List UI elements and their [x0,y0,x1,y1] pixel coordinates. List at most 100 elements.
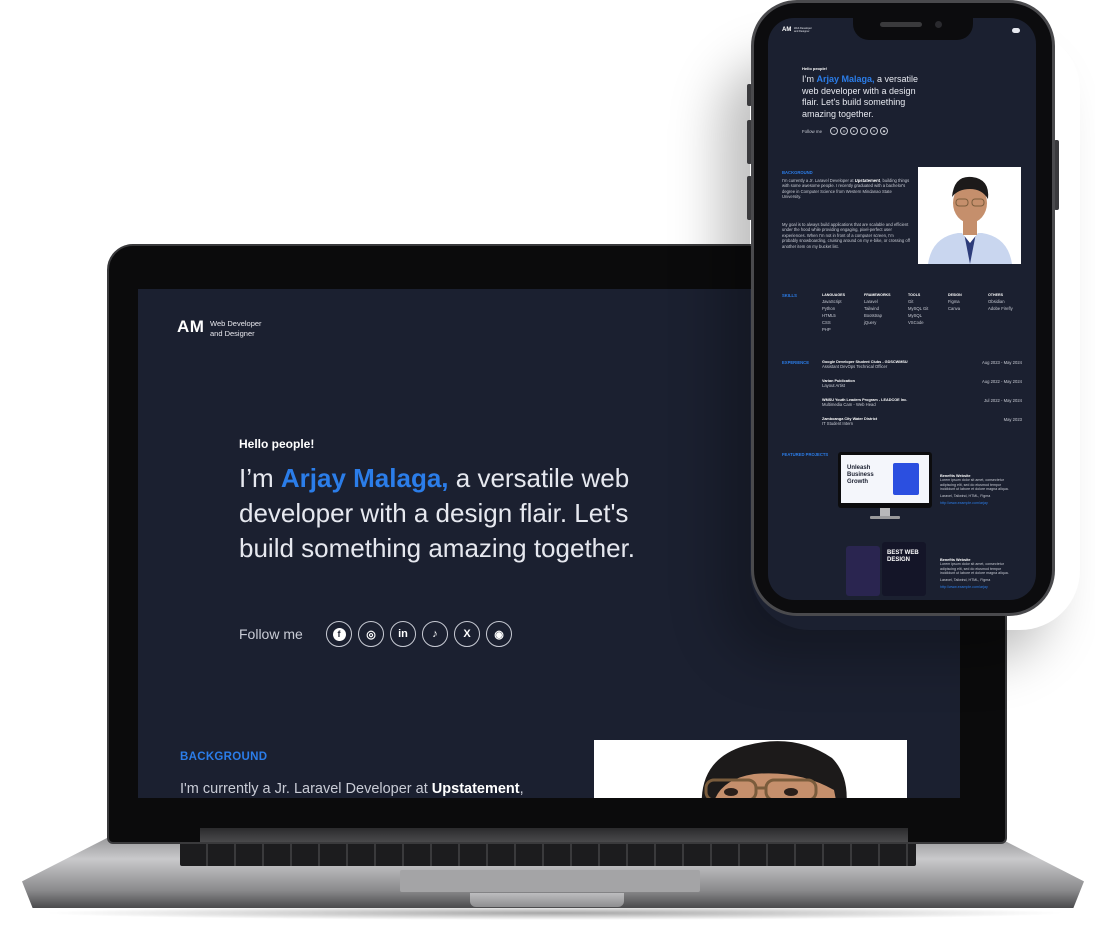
project-1-headline: Unleash Business Growth [847,465,874,485]
phone-theme-toggle-icon[interactable] [1012,28,1020,33]
linkedin-glyph: in [398,628,408,640]
phone-facebook-icon[interactable]: f [830,127,838,135]
x-icon[interactable]: X [454,621,480,647]
phone-follow-label: Follow me [802,129,823,134]
phone-skill-item: jQuery [864,319,877,325]
phone-project-2-info: Benefits Website Lorem ipsum dolor sit a… [940,558,1010,589]
phone-project-1-mockup[interactable]: Unleash Business Growth [838,452,932,522]
phone-logo-initials[interactable]: AM [782,27,791,33]
phone-skill-item: Git [908,298,914,304]
phone-experience-role: IT Student Intern [822,421,854,426]
background-company: Upstatement [431,781,520,797]
social-links: f ◎ in ♪ X ◉ [326,621,512,647]
tiktok-icon[interactable]: ♪ [422,621,448,647]
phone-skill-item: PHP [822,326,831,332]
laptop-trackpad [400,870,700,892]
hero-prefix: I’m [239,463,281,493]
phone-skills-column-title: TOOLS [908,293,921,297]
background-heading: BACKGROUND [180,751,268,763]
phone-skills-column: DESIGN Figma Canva [948,293,970,332]
phone-experience-date: Aug 2023 - May 2024 [981,360,1022,365]
phone-instagram-icon[interactable]: ◎ [840,127,848,135]
x-glyph: X [463,628,471,640]
hero-name: Arjay Malaga [280,463,442,493]
phone-background-heading: BACKGROUND [782,170,813,175]
laptop-notch [470,893,624,907]
background-intro-prefix: I'm currently a Jr. Laravel Developer at [180,781,432,797]
instagram-icon[interactable]: ◎ [358,621,384,647]
phone-tiktok-icon[interactable]: ♪ [860,127,868,135]
phone-experience-list: Google Developer Student Clubs - GDSCWMS… [822,360,1022,428]
linkedin-icon[interactable]: in [390,621,416,647]
phone-experience-item: WMSU Youth Leaders Program - LEADCOE Inc… [822,398,1022,409]
project-1-stack: Laravel, Tailwind, HTML, Figma [940,493,991,498]
phone-experience-date: Aug 2022 - May 2024 [981,379,1022,384]
phone-skills-column-title: OTHERS [988,293,1003,297]
logo-tagline: Web Developer and Designer [210,319,262,338]
phone-experience-date: Jul 2022 - May 2024 [984,398,1022,403]
phone-project-2-mockup[interactable]: BEST WEB DESIGN [838,542,932,600]
project-2-phone-mock [846,546,880,596]
laptop-keyboard [180,842,916,866]
github-icon[interactable]: ◉ [486,621,512,647]
project-2-tablet-mock: BEST WEB DESIGN [882,542,926,596]
phone-skill-item: MySQL [908,312,922,318]
phone-skill-item: MySQL Git [908,305,929,311]
follow-label: Follow me [239,626,303,642]
phone-camera-icon [935,21,942,28]
monitor-base [870,516,900,519]
background-intro: I'm currently a Jr. Laravel Developer at… [180,781,524,797]
phone-skill-item: HTML5 [822,312,836,318]
hero-headline: I’m Arjay Malaga, a versatile web develo… [239,461,649,566]
phone-experience-heading: EXPERIENCE [782,360,809,365]
project-2-link[interactable]: http://www.example.com/arjay [940,585,1010,589]
project-1-hero-image [893,463,919,495]
background-intro-suffix: , [519,781,524,797]
phone-skill-item: JavaScript [822,298,842,304]
laptop-hinge [200,828,908,842]
phone-skill-item: Laravel [864,298,878,304]
project-1-link[interactable]: http://www.example.com/arjay [940,501,1010,505]
phone-skill-item: Bootstrap [864,312,882,318]
phone-skill-item: Obsidian [988,298,1005,304]
phone-skills-column-title: FRAMEWORKS [864,293,891,297]
phone-hero-prefix: I’m [802,74,817,84]
phone-skill-item: VSCode [908,319,924,325]
phone-logo-tagline: Web Developer and Designer [794,27,812,34]
phone-github-icon[interactable]: ◉ [880,127,888,135]
phone-skill-item: Python [822,305,836,311]
phone-skills-column: OTHERS Obsidian Adobe Firefly [988,293,1014,332]
phone-x-icon[interactable]: X [870,127,878,135]
phone-skills-column-title: LANGUAGES [822,293,845,297]
phone-screen: AM Web Developer and Designer Hello peop… [768,18,1036,600]
phone-skill-item: Canva [948,305,961,311]
phone-experience-item: Google Developer Student Clubs - GDSCWMS… [822,360,1022,371]
phone-skills-heading: SKILLS [782,293,797,298]
phone-skills-column: LANGUAGES JavaScript Python HTML5 CSS PH… [822,293,846,332]
phone-skills-column: TOOLS Git MySQL Git MySQL VSCode [908,293,930,332]
profile-photo-illustration [701,741,847,798]
monitor-screen: Unleash Business Growth [841,455,929,503]
project-1-description: Lorem ipsum dolor sit amet, consectetur … [940,478,1009,492]
phone-linkedin-icon[interactable]: in [850,127,858,135]
instagram-glyph: ◎ [366,628,376,641]
project-2-description: Lorem ipsum dolor sit amet, consectetur … [940,562,1009,576]
logo-initials[interactable]: AM [177,317,204,337]
monitor-stand [880,508,890,516]
phone-experience-item: Varian Publication Layout Artist Aug 202… [822,379,1022,390]
phone-hero-name: Arjay Malaga [816,74,873,84]
phone-hero-greeting: Hello people! [802,66,828,71]
phone-project-1-info: Benefits Website Lorem ipsum dolor sit a… [940,474,1010,505]
tiktok-glyph: ♪ [432,628,438,640]
phone-hero-headline: I’m Arjay Malaga, a versatile web develo… [802,74,932,120]
facebook-icon[interactable]: f [326,621,352,647]
laptop-shadow [40,906,1070,920]
github-glyph: ◉ [494,628,504,641]
phone-notch [853,14,973,40]
project-2-headline: BEST WEB DESIGN [887,550,919,563]
phone-speaker [880,22,922,27]
project-2-stack: Laravel, Tailwind, HTML, Figma [940,577,991,582]
phone-skill-item: Tailwind [864,305,879,311]
hero-greeting: Hello people! [239,437,315,451]
phone-skill-item: CSS [822,319,831,325]
